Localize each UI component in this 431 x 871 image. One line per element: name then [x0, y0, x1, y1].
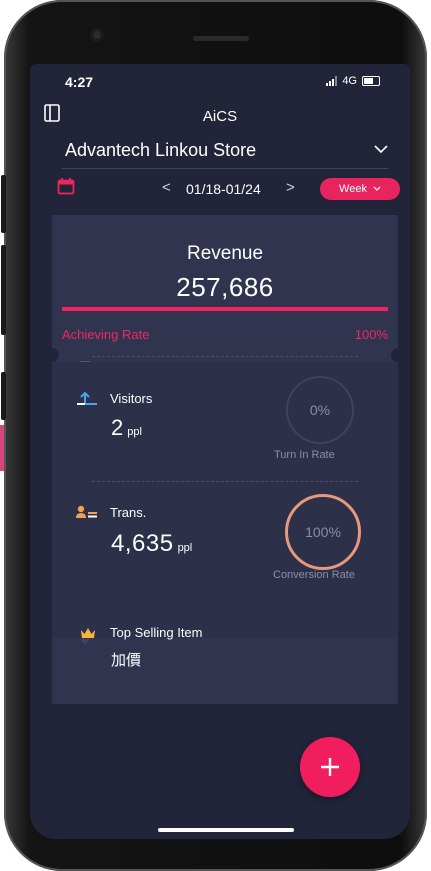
store-selector[interactable]: Advantech Linkou Store: [65, 140, 256, 161]
plus-icon: [321, 758, 339, 776]
signal-icon: [326, 76, 338, 86]
battery-icon: [362, 76, 380, 86]
turn-in-rate-ring: 0%: [286, 376, 354, 444]
turn-in-rate-label: Turn In Rate: [274, 449, 335, 461]
summary-card: Revenue 257,686 Achieving Rate 100% Visi…: [45, 215, 405, 704]
date-prev-button[interactable]: <: [162, 179, 171, 196]
earpiece-speaker: [191, 34, 251, 43]
status-indicators: 4G: [326, 75, 380, 87]
top-selling-value: 加價: [111, 652, 142, 669]
achieving-rate-label: Achieving Rate: [62, 327, 150, 342]
dashed-divider: [92, 481, 358, 482]
network-type: 4G: [342, 75, 357, 87]
achieving-rate-fill: [62, 307, 388, 311]
achieving-rate-bar: [62, 307, 388, 311]
visitors-label: Visitors: [110, 391, 153, 406]
turn-in-rate-value: 0%: [309, 402, 331, 418]
transactions-label: Trans.: [110, 505, 147, 520]
volume-button: [1, 175, 6, 233]
visitors-icon: [77, 391, 97, 405]
app-screen: 4:27 4G AiCS Advantech Linkou Store < 01…: [30, 64, 410, 839]
transactions-icon: [76, 505, 97, 518]
chevron-down-icon: [373, 186, 381, 191]
conversion-rate-ring: 100%: [285, 494, 361, 570]
revenue-value: 257,686: [176, 272, 274, 302]
transactions-count: 4,635: [111, 530, 174, 557]
visitors-value: 2 ppl: [111, 415, 142, 441]
app-title: AiCS: [202, 108, 238, 125]
conversion-rate-label: Conversion Rate: [273, 569, 355, 581]
crown-icon: [81, 628, 95, 638]
period-selector[interactable]: Week: [320, 178, 400, 200]
transactions-unit: ppl: [177, 542, 193, 554]
conversion-rate-value: 100%: [305, 524, 341, 540]
section-arrow-icon: [80, 639, 90, 645]
header-divider: [62, 168, 388, 169]
status-time: 4:27: [65, 74, 94, 90]
date-range: 01/18-01/24: [186, 181, 261, 197]
visitors-unit: ppl: [127, 426, 142, 438]
achieving-rate-value: 100%: [354, 327, 388, 342]
chevron-down-icon[interactable]: [374, 144, 388, 154]
power-button: [1, 372, 6, 420]
transactions-value: 4,635 ppl: [111, 530, 192, 558]
front-camera: [90, 28, 104, 42]
add-button[interactable]: [300, 737, 360, 797]
visitors-count: 2: [111, 415, 124, 440]
dashed-divider: [92, 356, 358, 357]
card-notch: [45, 348, 59, 362]
home-indicator[interactable]: [158, 828, 294, 832]
phone-frame: 4:27 4G AiCS Advantech Linkou Store < 01…: [1, 0, 427, 871]
side-button: [1, 245, 6, 335]
card-notch: [391, 348, 405, 362]
date-next-button[interactable]: >: [286, 179, 295, 196]
revenue-title: Revenue: [186, 243, 264, 264]
calendar-icon[interactable]: [57, 177, 75, 195]
top-selling-label: Top Selling Item: [110, 625, 203, 640]
period-label: Week: [339, 183, 367, 195]
